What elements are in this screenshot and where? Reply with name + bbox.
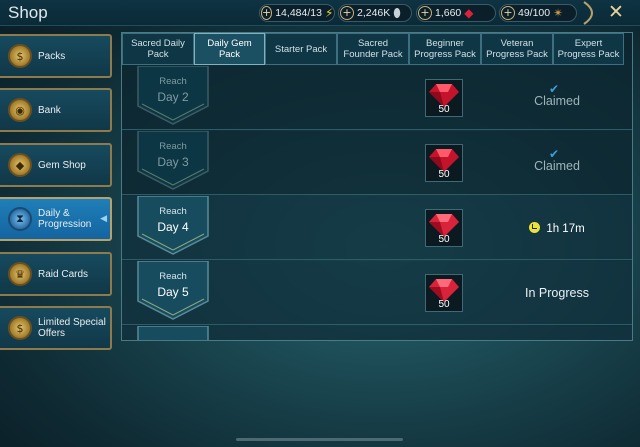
reach-label: Reach xyxy=(159,271,187,282)
tab-starter-pack[interactable]: Starter Pack xyxy=(265,33,337,65)
bank-icon: ◉ xyxy=(8,98,32,122)
day-banner xyxy=(136,326,210,340)
silver-value: 2,246K xyxy=(357,7,391,19)
arena-token-icon: ✴ xyxy=(553,6,564,20)
add-energy-button[interactable]: + xyxy=(261,6,273,20)
reach-label: Reach xyxy=(159,76,187,87)
reward-row-partial xyxy=(122,326,632,340)
tab-beginner-progress-pack[interactable]: Beginner Progress Pack xyxy=(409,33,481,65)
energy-resource[interactable]: + 14,484/13 ⚡ xyxy=(259,4,335,22)
gem-icon: ◆ xyxy=(464,6,474,20)
sidebar-item-limited-offers[interactable]: $ Limited Special Offers xyxy=(0,306,112,350)
pack-tabs: Sacred Daily Pack Daily Gem Pack Starter… xyxy=(122,33,632,65)
status-label: Claimed xyxy=(534,94,580,108)
arena-token-value: 49/100 xyxy=(518,7,551,19)
reward-row: Reach Day 3 50 ✔ Claimed xyxy=(122,131,632,195)
reward-row: Reach Day 2 50 ✔ Claimed xyxy=(122,66,632,130)
reward-count: 50 xyxy=(438,169,450,180)
arena-token-resource[interactable]: + 49/100 ✴ xyxy=(499,4,577,22)
timer-status: 1h 17m xyxy=(507,222,607,235)
reward-row: Reach Day 5 50 In Progress xyxy=(122,261,632,325)
gem-resource[interactable]: + 1,660 ◆ xyxy=(416,4,496,22)
close-button[interactable]: ✕ xyxy=(605,1,627,23)
offer-icon: $ xyxy=(8,316,32,340)
reward-gem-slot[interactable]: 50 xyxy=(425,274,463,312)
sidebar-item-label: Raid Cards xyxy=(38,268,89,280)
reward-count: 50 xyxy=(438,234,450,245)
status-label: 1h 17m xyxy=(546,223,585,235)
gem-shop-icon: ◆ xyxy=(8,153,32,177)
sidebar-item-label: Gem Shop xyxy=(38,159,86,171)
tab-sacred-founder-pack[interactable]: Sacred Founder Pack xyxy=(337,33,409,65)
bow-decoration-icon xyxy=(583,1,593,25)
home-indicator[interactable] xyxy=(236,438,403,441)
sidebar-item-label: Limited Special Offers xyxy=(38,317,106,339)
sidebar-item-daily-progression[interactable]: ⧗ Daily & Progression ◀ xyxy=(0,197,112,241)
sidebar-item-label: Bank xyxy=(38,104,61,116)
sidebar-item-label: Daily & Progression xyxy=(38,208,92,230)
hourglass-icon: ⧗ xyxy=(8,207,32,231)
reward-gem-slot[interactable]: 50 xyxy=(425,144,463,182)
active-indicator-icon: ◀ xyxy=(100,214,107,224)
silver-icon: ⬮ xyxy=(393,5,401,20)
tab-expert-progress-pack[interactable]: Expert Progress Pack xyxy=(553,33,624,65)
day-label: Day 5 xyxy=(157,285,189,299)
tab-sacred-daily-pack[interactable]: Sacred Daily Pack xyxy=(122,33,194,65)
day-label: Day 2 xyxy=(157,90,189,104)
reach-label: Reach xyxy=(159,141,187,152)
energy-value: 14,484/13 xyxy=(275,7,322,19)
silver-resource[interactable]: + 2,246K ⬮ xyxy=(338,4,412,22)
status-label: Claimed xyxy=(534,159,580,173)
clock-icon xyxy=(529,222,541,233)
daily-progression-panel: Sacred Daily Pack Daily Gem Pack Starter… xyxy=(121,32,633,341)
top-bar: Shop + 14,484/13 ⚡ + 2,246K ⬮ + 1,660 ◆ … xyxy=(0,0,640,26)
day-label: Day 4 xyxy=(157,220,189,234)
gem-value: 1,660 xyxy=(435,7,462,19)
day-label: Day 3 xyxy=(157,155,189,169)
energy-icon: ⚡ xyxy=(324,6,334,20)
reward-count: 50 xyxy=(438,104,450,115)
reward-gem-slot[interactable]: 50 xyxy=(425,209,463,247)
reach-label: Reach xyxy=(159,206,187,217)
sidebar-item-bank[interactable]: ◉ Bank xyxy=(0,88,112,132)
page-title: Shop xyxy=(8,3,48,22)
sidebar-item-raid-cards[interactable]: ♛ Raid Cards xyxy=(0,252,112,296)
sidebar-item-packs[interactable]: $ Packs xyxy=(0,34,112,78)
add-gems-button[interactable]: + xyxy=(418,6,432,20)
sidebar-item-gem-shop[interactable]: ◆ Gem Shop xyxy=(0,143,112,187)
tab-veteran-progress-pack[interactable]: Veteran Progress Pack xyxy=(481,33,553,65)
reward-row: Reach Day 4 50 1h 17m xyxy=(122,196,632,260)
status-label: In Progress xyxy=(525,286,589,300)
sidebar-item-label: Packs xyxy=(38,50,66,62)
add-arena-token-button[interactable]: + xyxy=(501,6,515,20)
reward-list[interactable]: Reach Day 2 50 ✔ Claimed Reach Day 3 50 … xyxy=(122,66,632,340)
tab-daily-gem-pack[interactable]: Daily Gem Pack xyxy=(194,33,265,65)
reward-count: 50 xyxy=(438,299,450,310)
packs-icon: $ xyxy=(8,44,32,68)
reward-gem-slot[interactable]: 50 xyxy=(425,79,463,117)
add-silver-button[interactable]: + xyxy=(340,6,354,20)
crown-icon: ♛ xyxy=(8,262,32,286)
